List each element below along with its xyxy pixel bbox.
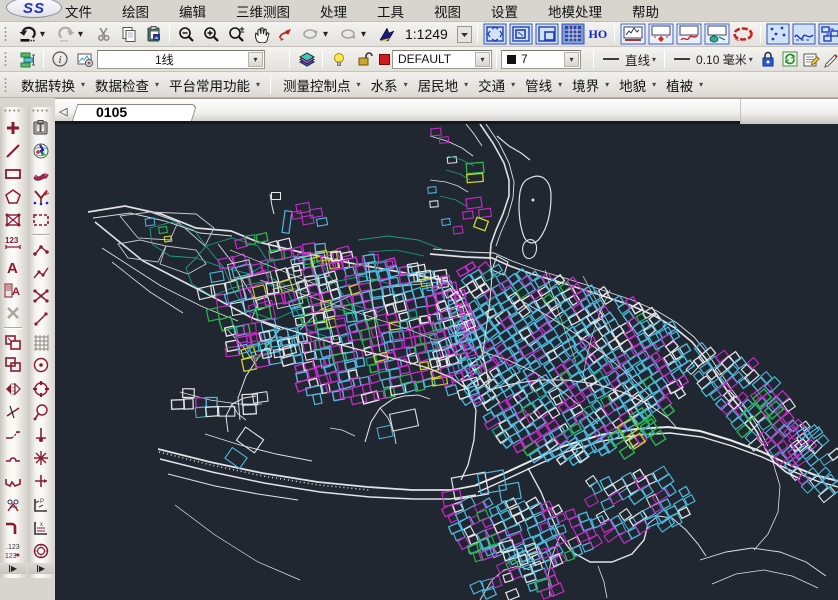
svg-text:±: ±: [239, 25, 244, 35]
svg-text:P: P: [40, 499, 44, 505]
svg-text:123: 123: [5, 236, 19, 245]
svg-text:123: 123: [5, 553, 17, 560]
svg-text:A: A: [7, 260, 18, 277]
svg-text:.123: .123: [6, 544, 20, 551]
svg-text:i: i: [58, 54, 61, 66]
svg-text:A: A: [12, 286, 20, 298]
svg-text:x: x: [40, 522, 43, 528]
